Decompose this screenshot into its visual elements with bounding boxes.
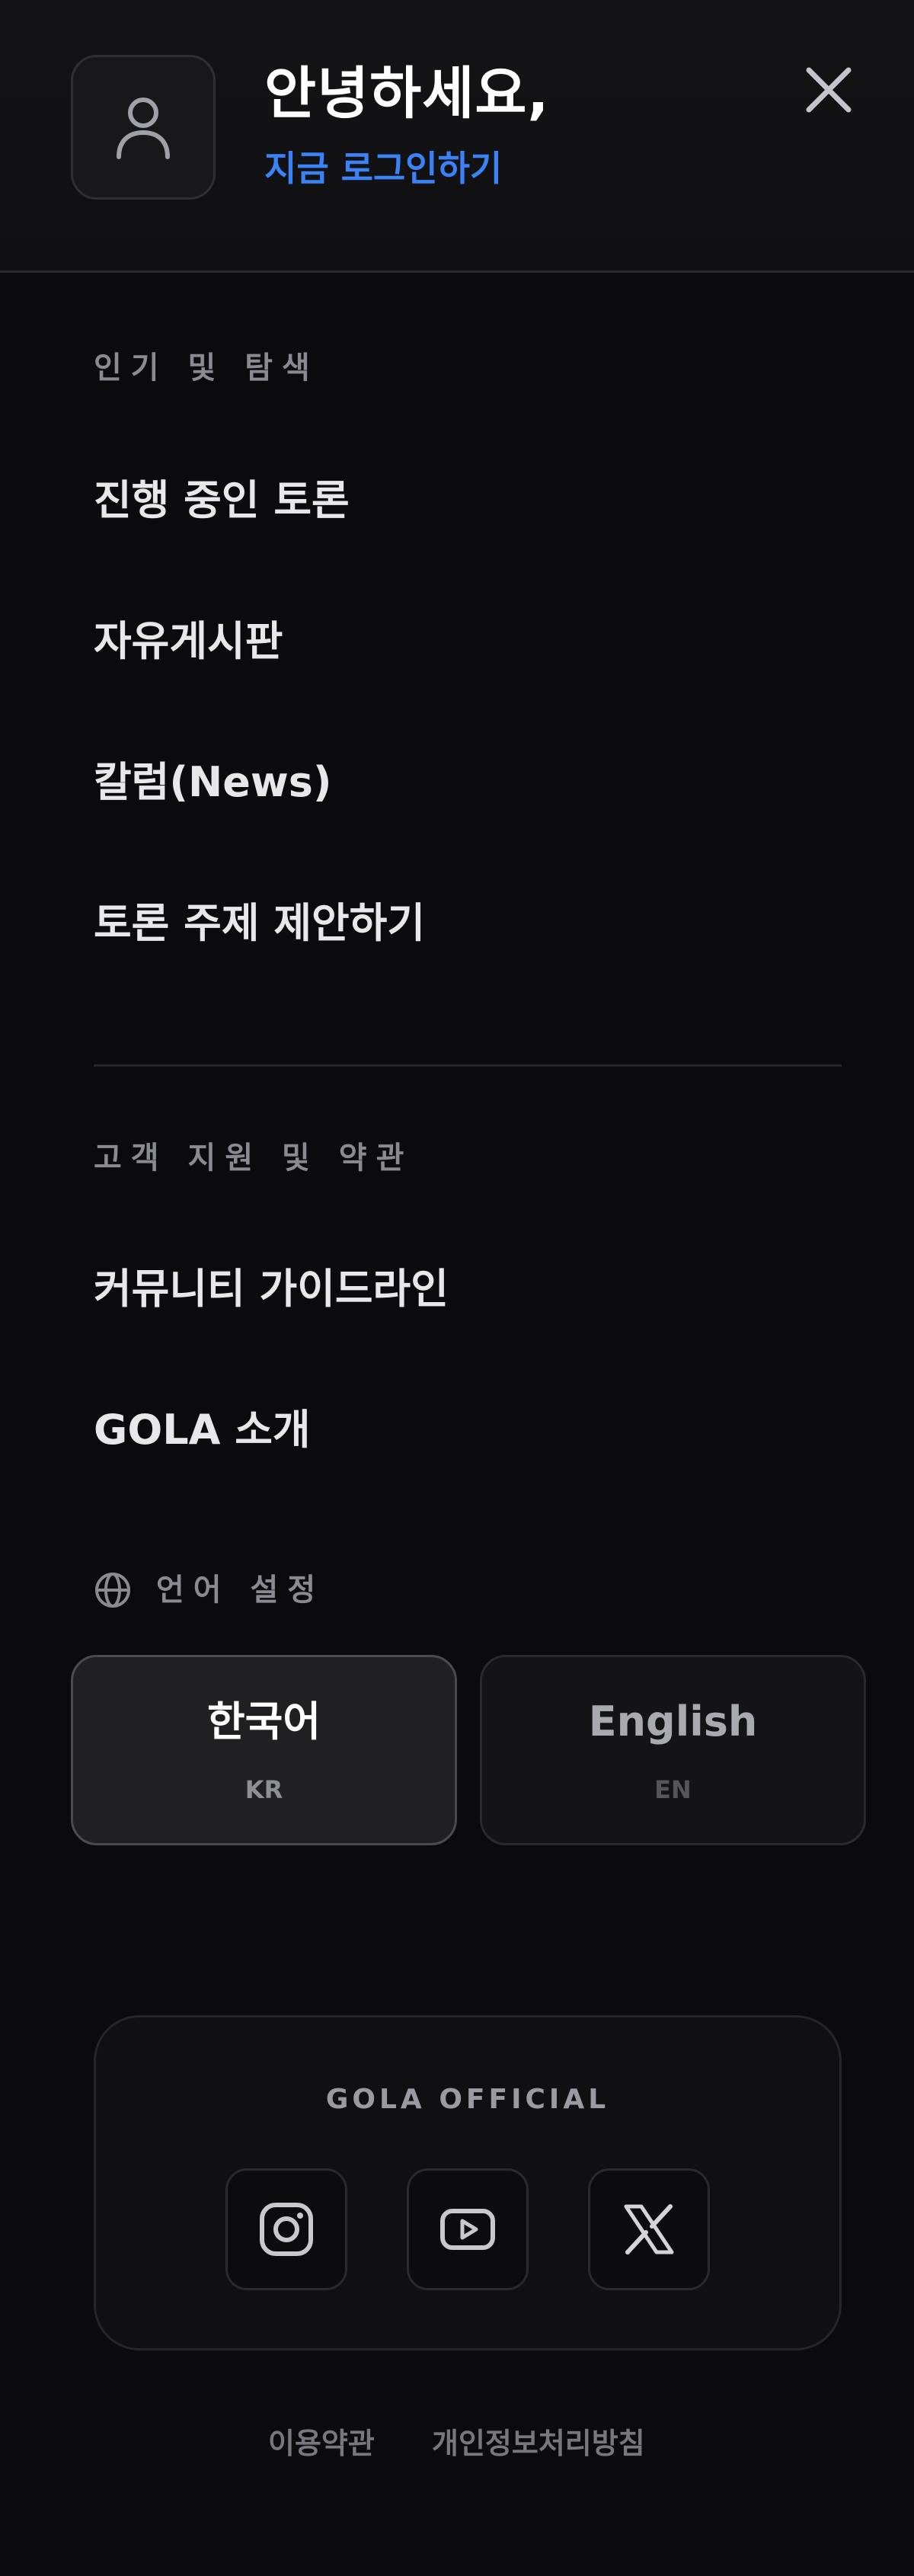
language-code: KR (244, 1775, 283, 1804)
language-name: English (588, 1698, 758, 1746)
official-social-card: GOLA OFFICIAL (94, 2015, 842, 2350)
privacy-policy-link[interactable]: 개인정보처리방침 (432, 2429, 645, 2458)
section-title-support: 고객 지원 및 약관 (94, 1141, 414, 1176)
menu-header: 안녕하세요, 지금 로그인하기 (0, 0, 914, 273)
user-icon (117, 98, 170, 159)
official-title: GOLA OFFICIAL (325, 2084, 610, 2115)
x-icon (624, 2204, 674, 2254)
youtube-icon (440, 2209, 495, 2250)
language-code: EN (654, 1775, 692, 1804)
globe-icon (95, 1573, 130, 1608)
youtube-button[interactable] (407, 2168, 529, 2290)
language-option-english[interactable]: English EN (480, 1655, 866, 1845)
menu-item-about-gola[interactable]: GOLA 소개 (94, 1410, 311, 1451)
menu-item-column-news[interactable]: 칼럼(News) (94, 762, 332, 803)
language-setting-label: 언어 설정 (94, 1571, 324, 1609)
menu-item-free-board[interactable]: 자유게시판 (94, 621, 283, 662)
menu-item-suggest-topic[interactable]: 토론 주제 제안하기 (94, 903, 425, 944)
section-divider (94, 1064, 842, 1067)
language-option-korean[interactable]: 한국어 KR (71, 1655, 457, 1845)
instagram-icon (260, 2203, 313, 2256)
language-name: 한국어 (206, 1698, 321, 1746)
avatar[interactable] (71, 55, 216, 200)
section-title-popular: 인기 및 탐색 (94, 350, 319, 386)
login-link[interactable]: 지금 로그인하기 (264, 151, 502, 186)
menu-item-ongoing-debates[interactable]: 진행 중인 토론 (94, 480, 350, 521)
language-setting-text: 언어 설정 (156, 1573, 325, 1608)
instagram-button[interactable] (225, 2168, 347, 2290)
close-icon (806, 67, 852, 113)
menu-item-community-guidelines[interactable]: 커뮤니티 가이드라인 (94, 1269, 449, 1310)
x-button[interactable] (588, 2168, 710, 2290)
terms-link[interactable]: 이용약관 (268, 2429, 375, 2458)
close-button[interactable] (800, 61, 858, 119)
greeting-title: 안녕하세요, (264, 61, 550, 126)
